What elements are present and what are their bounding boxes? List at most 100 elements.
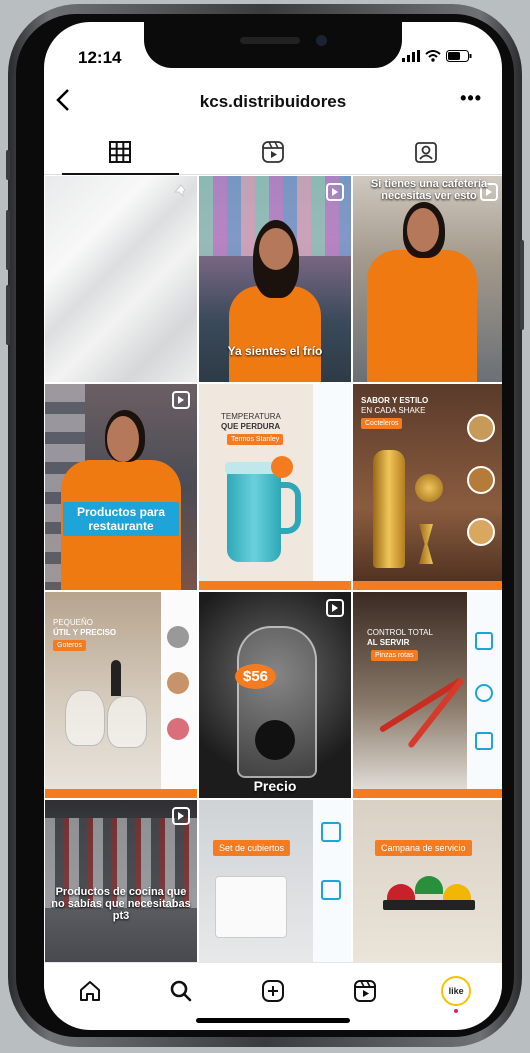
power-button [520,240,524,330]
post-footer-bar [353,789,502,798]
post-badge: Goteros [53,640,86,651]
signal-icon [402,50,420,62]
post-badge: Cocteleros [361,418,403,429]
service-bell-green [415,876,443,894]
tab-reels[interactable] [197,130,350,174]
notification-dot [454,1009,459,1013]
phone-screen: 12:14 kcs.distribuidores ••• Ya sientes … [44,22,502,1030]
post-reel-precio[interactable]: $56 Precio [199,592,351,798]
post-title-line2: QUE PERDURA [221,422,281,431]
thumb-circle-2 [467,466,495,494]
thumb-circle-3 [167,718,189,740]
profile-header: kcs.distribuidores ••• [44,86,502,122]
feature-icon-2 [475,684,493,702]
pin-icon [173,184,186,198]
person-shirt [367,250,477,382]
volume-up-button [6,210,10,270]
post-title-line2: ÚTIL Y PRECISO [53,628,117,637]
post-caption: Productos de cocina que no sabías que ne… [51,886,191,922]
post-termos[interactable]: TEMPERATURA QUE PERDURA Termos Stanley [199,384,351,590]
shaker-product [373,450,405,568]
reel-badge-icon [172,391,190,409]
home-icon [79,981,100,1001]
post-title-line1: PEQUEÑO [53,618,94,627]
battery-icon [446,50,472,62]
dropper-bottle-1 [65,690,105,746]
post-caption: Si tienes una cafetería necesitas ver es… [370,178,488,202]
profile-tabs [44,130,502,175]
post-badge: Pinzas rotas [371,650,418,661]
post-reel-cafeteria[interactable]: Si tienes una cafetería necesitas ver es… [353,176,502,382]
person-shirt [229,286,321,382]
search-icon [171,980,192,1002]
feature-icon-1 [321,822,341,842]
nav-create[interactable] [253,971,293,1011]
feature-badge-icon [271,456,293,478]
post-title-line1: CONTROL TOTAL [367,628,433,637]
post-marble[interactable] [45,176,197,382]
post-title-line2: AL SERVIR [367,638,410,647]
post-caption: Productos para restaurante [63,502,179,536]
reel-badge-icon [326,183,344,201]
dropper-cap [111,660,121,696]
features-panel [313,384,351,581]
thumb-circle-1 [467,414,495,442]
post-title-line1: SABOR Y ESTILO [361,396,429,405]
jigger-product [419,524,433,564]
tongs-arm-2 [407,677,465,749]
tumbler-product [227,470,281,562]
side-button [6,150,10,180]
tab-tagged[interactable] [349,130,502,174]
nav-reels[interactable] [345,971,385,1011]
post-cocteleros[interactable]: SABOR Y ESTILO EN CADA SHAKE Cocteleros [353,384,502,590]
profile-avatar: like [441,976,472,1006]
tagged-icon [414,142,437,163]
post-reel-frio[interactable]: Ya sientes el frío [199,176,351,382]
nav-search[interactable] [161,971,201,1011]
wifi-icon [425,50,441,62]
feature-icon-3 [475,732,493,750]
post-title-line2: EN CADA SHAKE [361,406,426,415]
post-badge: Termos Stanley [227,434,284,445]
home-indicator[interactable] [196,1018,350,1023]
cutlery-holder [215,876,287,938]
add-post-icon [261,980,284,1002]
thumb-circle-1 [167,626,189,648]
reel-badge-icon [326,599,344,617]
reels-icon [353,980,376,1002]
reels-icon [262,141,284,163]
post-badge: Campana de servicio [375,840,472,856]
status-time: 12:14 [78,48,122,67]
more-options-button[interactable]: ••• [460,88,482,109]
nav-home[interactable] [70,971,110,1011]
feature-icon-1 [475,632,493,650]
reel-badge-icon [172,807,190,825]
bell-bases [383,900,475,910]
tab-grid[interactable] [44,130,197,175]
post-goteros[interactable]: PEQUEÑO ÚTIL Y PRECISO Goteros [45,592,197,798]
grid-icon [109,141,132,163]
strainer-product [415,474,443,502]
profile-username: kcs.distribuidores [199,92,347,111]
nav-profile[interactable]: like [436,971,476,1013]
feature-icon-2 [321,880,341,900]
tumbler-handle [279,482,301,534]
tongs-arm-1 [378,677,464,733]
dropper-bottle-2 [107,696,147,748]
posts-grid: Ya sientes el frío Si tienes una cafeter… [45,176,502,1006]
bottom-nav: like [44,962,502,1019]
status-icons [402,50,472,62]
post-title-line1: TEMPERATURA [221,412,281,421]
dark-sphere [255,720,295,760]
person-face [259,228,293,270]
post-caption: Precio [253,778,297,794]
post-pinzas[interactable]: CONTROL TOTAL AL SERVIR Pinzas rotas [353,592,502,798]
post-reel-restaurante[interactable]: Productos para restaurante [45,384,197,590]
thumb-circle-3 [467,518,495,546]
price-tag: $56 [235,664,277,689]
post-footer-bar [353,581,502,590]
post-footer-bar [199,581,351,590]
volume-down-button [6,285,10,345]
person-face [107,416,139,462]
notch [144,22,402,68]
